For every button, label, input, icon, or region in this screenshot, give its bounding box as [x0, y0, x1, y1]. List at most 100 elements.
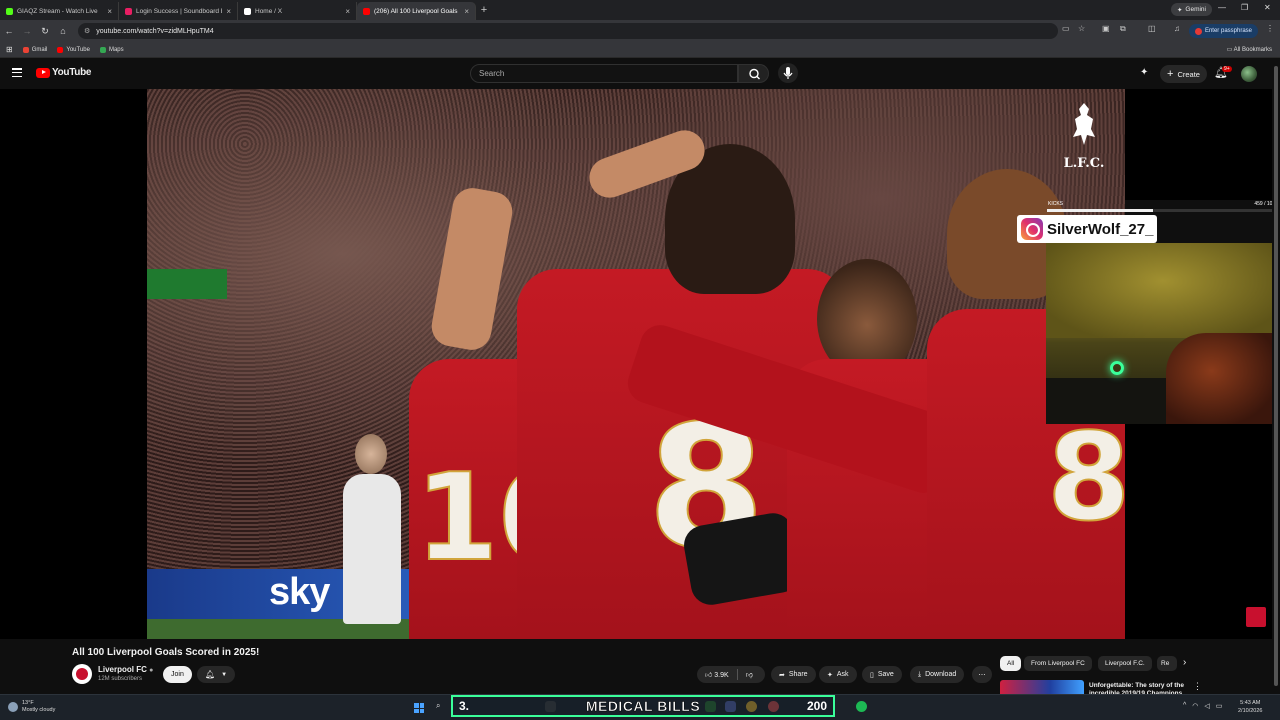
hamburger-menu-icon[interactable] — [12, 68, 22, 78]
weather-temp: 13°F — [22, 700, 34, 706]
menu-dots-icon[interactable]: ⋮ — [1266, 24, 1274, 33]
recommended-video-thumbnail[interactable] — [1000, 680, 1084, 694]
opponent-player — [343, 474, 401, 624]
like-button[interactable]: 👍︎ 3.9K — [705, 670, 729, 679]
gemini-label: Gemini — [1185, 6, 1206, 13]
extension-icon[interactable]: ▣ — [1102, 24, 1110, 33]
x-favicon-icon — [244, 7, 251, 15]
weather-desc: Mostly cloudy — [22, 707, 56, 713]
chip-liverpool-fc[interactable]: Liverpool F.C. — [1098, 656, 1152, 671]
scrollbar-thumb[interactable] — [1274, 66, 1278, 686]
volume-icon[interactable]: ◁ — [1204, 702, 1209, 710]
back-icon[interactable]: ← — [0, 26, 18, 36]
dislike-button[interactable]: 👎︎ — [746, 670, 753, 679]
lfc-crest: L.F.C. — [1059, 101, 1109, 181]
close-tab-icon[interactable]: × — [107, 7, 112, 16]
browser-tab-active[interactable]: (206) All 100 Liverpool Goals × — [357, 2, 476, 20]
puzzle-icon[interactable]: ⧉ — [1120, 24, 1126, 34]
bookmark-youtube[interactable]: YouTube — [57, 46, 90, 53]
channel-name[interactable]: Liverpool FC ● — [98, 665, 153, 674]
bookmark-label: YouTube — [66, 46, 90, 53]
restore-icon[interactable]: ❐ — [1241, 3, 1248, 12]
weather-widget[interactable]: 13°F Mostly cloudy — [8, 700, 55, 714]
chip-all[interactable]: All — [1000, 656, 1022, 671]
taskbar-search-icon[interactable]: ⌕ — [436, 701, 440, 711]
gemini-button[interactable]: ✦ Gemini — [1170, 3, 1212, 16]
cast-icon[interactable]: ▭ — [1062, 24, 1070, 33]
browser-tab[interactable]: Login Success | Soundboard Bla × — [119, 2, 238, 20]
side-panel-icon[interactable]: ◫ — [1148, 24, 1156, 33]
channel-name-text: Liverpool FC — [98, 665, 147, 674]
more-actions-button[interactable]: ⋯ — [972, 666, 992, 683]
search-input[interactable]: Search — [470, 64, 738, 83]
browser-tab[interactable]: GIAQZ Stream - Watch Live × — [0, 2, 119, 20]
enter-passphrase-button[interactable]: Enter passphrase — [1188, 24, 1258, 38]
taskbar-clock[interactable]: 5:43 AM 2/10/2026 — [1238, 699, 1262, 715]
bookmark-gmail[interactable]: Gmail — [22, 46, 47, 53]
close-tab-icon[interactable]: × — [345, 7, 350, 16]
instagram-handle-overlay: SilverWolf_27_ — [1017, 215, 1158, 243]
new-tab-button[interactable]: + — [476, 4, 492, 16]
cast-to-tv-icon[interactable]: ✦ — [1140, 67, 1148, 78]
media-control-icon[interactable]: ♫ — [1174, 24, 1180, 33]
search-icon — [749, 68, 760, 80]
windows-start-icon[interactable] — [414, 703, 424, 713]
tray-chevron-icon[interactable]: ^ — [1183, 702, 1186, 710]
user-avatar[interactable] — [1241, 66, 1257, 82]
close-tab-icon[interactable]: × — [464, 7, 469, 16]
youtube-logo[interactable]: YouTube — [36, 67, 92, 78]
tab-title: (206) All 100 Liverpool Goals — [374, 7, 458, 15]
browser-toolbar: ← → ↻ ⌂ ⚙ youtube.com/watch?v=zidMLHpuTM… — [0, 20, 1280, 42]
stadium-board — [147, 269, 227, 299]
youtube-header: YouTube Search ✦ + Create 🔔︎ — [0, 58, 1272, 89]
bookmark-maps[interactable]: Maps — [99, 46, 124, 53]
battery-icon[interactable]: ▭ — [1216, 702, 1223, 710]
minimize-icon[interactable]: — — [1218, 3, 1226, 12]
chip-related[interactable]: Re — [1157, 656, 1177, 671]
clock-date: 2/10/2026 — [1238, 708, 1263, 714]
channel-avatar[interactable] — [72, 664, 92, 684]
share-button[interactable]: ➦ Share — [771, 666, 816, 683]
youtube-favicon-icon — [363, 7, 370, 15]
clock-time: 5:43 AM — [1240, 700, 1261, 706]
close-tab-icon[interactable]: × — [226, 7, 231, 16]
wifi-icon[interactable]: ◠ — [1192, 702, 1198, 710]
channel-watermark-icon[interactable] — [1246, 607, 1266, 627]
bookmark-label: Maps — [108, 46, 124, 53]
kicks-progress-fill — [1047, 209, 1153, 212]
chip-from-liverpool-fc[interactable]: From Liverpool FC — [1024, 656, 1092, 671]
sparkle-icon: ✦ — [827, 671, 833, 679]
chevron-right-icon[interactable]: › — [1183, 657, 1186, 668]
apps-grid-icon[interactable]: ⊞ — [6, 45, 13, 54]
banner-rank: 3. — [459, 699, 470, 713]
page-scrollbar[interactable] — [1272, 58, 1280, 694]
browser-tab[interactable]: Home / X × — [238, 2, 357, 20]
video-player[interactable]: sky 10 8 8 L.F.C. — [147, 89, 1125, 639]
youtube-play-icon — [36, 67, 50, 78]
player-letterbox-right — [1125, 89, 1280, 200]
verified-icon: ● — [149, 667, 154, 674]
bookmark-star-icon[interactable]: ☆ — [1078, 24, 1085, 33]
forward-icon[interactable]: → — [18, 26, 36, 36]
save-button[interactable]: ▯ Save — [862, 666, 902, 683]
create-button[interactable]: + Create — [1160, 65, 1207, 83]
tab-title: Home / X — [255, 7, 283, 15]
download-button[interactable]: ⤓ Download — [910, 666, 965, 683]
reload-icon[interactable]: ↻ — [36, 26, 54, 37]
address-bar[interactable]: ⚙ youtube.com/watch?v=zidMLHpuTM4 — [78, 23, 1058, 39]
video-menu-dots-icon[interactable]: ⋮ — [1193, 681, 1202, 692]
close-window-icon[interactable]: ✕ — [1264, 3, 1271, 12]
thumbs-up-icon: 👍︎ — [705, 672, 713, 679]
home-icon[interactable]: ⌂ — [54, 26, 72, 36]
folder-icon: ▭ — [1226, 47, 1234, 53]
banner-amount: 200 — [806, 699, 827, 713]
voice-search-button[interactable] — [778, 63, 798, 83]
search-button[interactable] — [738, 64, 769, 83]
join-button[interactable]: Join — [163, 666, 192, 683]
subscription-bell-button[interactable]: 🔔︎ ▼ — [197, 666, 235, 683]
spotify-app-icon[interactable] — [856, 701, 867, 712]
all-bookmarks-button[interactable]: ▭ All Bookmarks — [1227, 46, 1272, 53]
ask-button[interactable]: ✦ Ask — [819, 666, 857, 683]
site-info-icon[interactable]: ⚙ — [84, 27, 90, 35]
all-bookmarks-label: All Bookmarks — [1233, 47, 1272, 53]
